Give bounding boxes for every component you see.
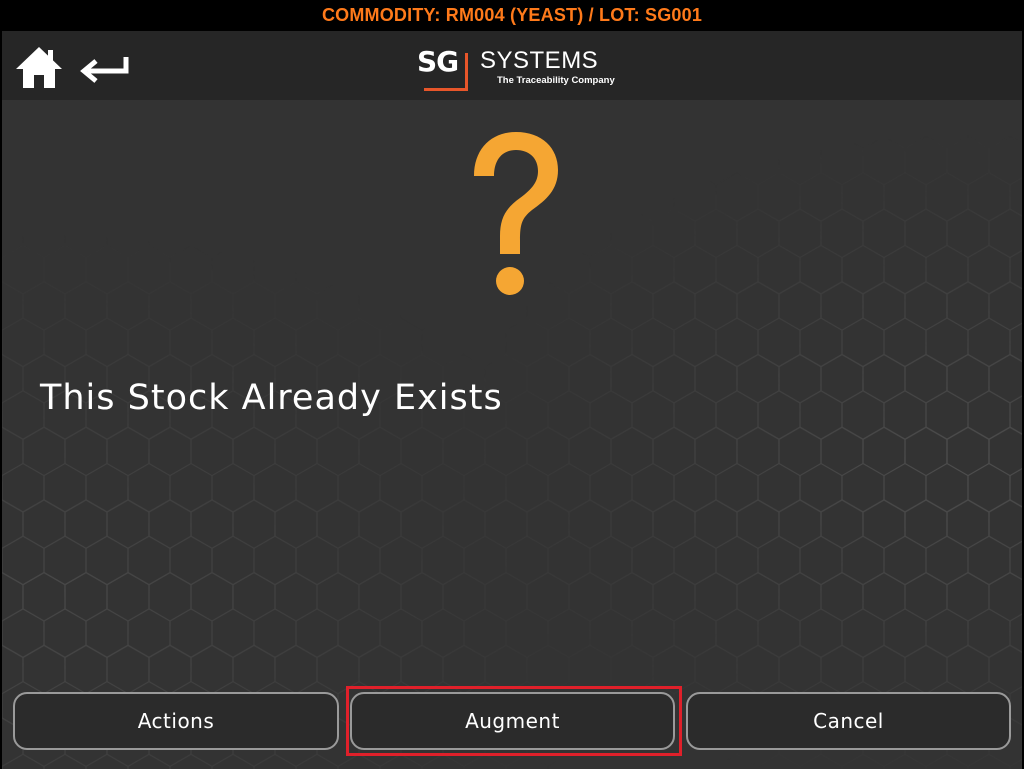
logo-sg: SG	[417, 45, 459, 78]
home-icon	[16, 47, 62, 88]
logo-tagline: The Traceability Company	[497, 75, 615, 86]
back-button[interactable]	[78, 53, 132, 87]
commodity-lot-label: COMMODITY: RM004 (YEAST) / LOT: SG001	[321, 5, 703, 25]
cancel-button[interactable]: Cancel	[686, 692, 1011, 750]
augment-button[interactable]: Augment	[350, 692, 675, 750]
home-button[interactable]	[12, 44, 66, 90]
header-bar: SG SYSTEMS The Traceability Company	[2, 31, 1022, 100]
sg-systems-logo: SG SYSTEMS The Traceability Company	[414, 45, 624, 93]
return-arrow-icon	[80, 57, 129, 83]
screen: COMMODITY: RM004 (YEAST) / LOT: SG001 SG…	[2, 0, 1022, 769]
actions-button[interactable]: Actions	[13, 692, 339, 750]
dialog-message: This Stock Already Exists	[40, 378, 503, 418]
logo-systems: SYSTEMS	[480, 47, 599, 74]
question-mark-icon	[474, 132, 558, 295]
commodity-bar: COMMODITY: RM004 (YEAST) / LOT: SG001	[2, 0, 1022, 31]
